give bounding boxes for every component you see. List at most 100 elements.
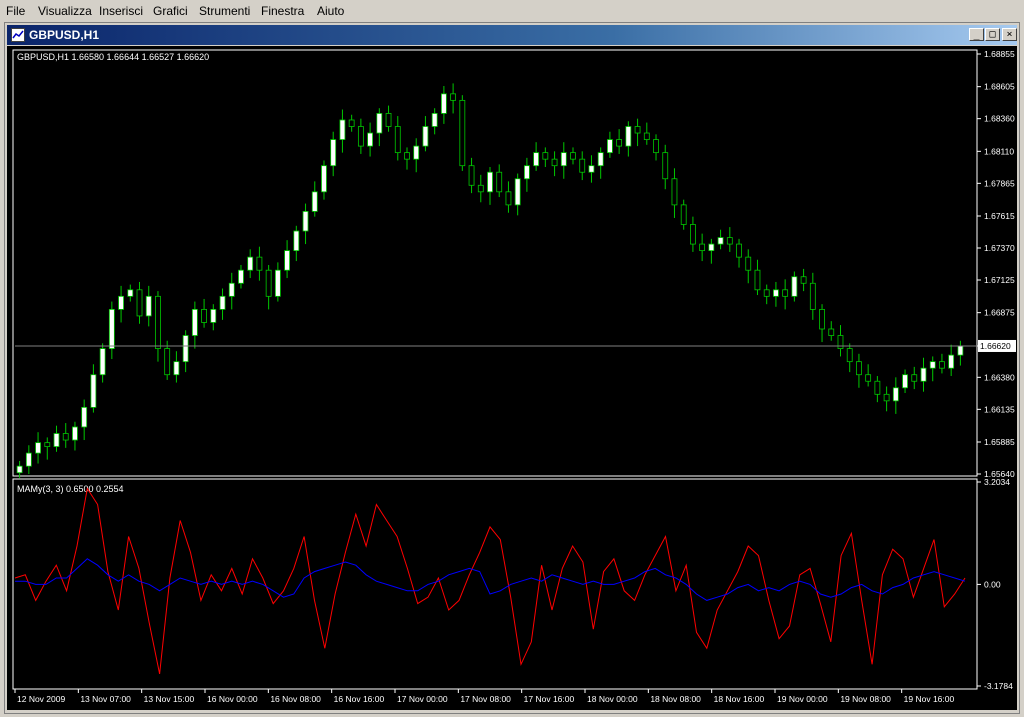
- candle-body: [874, 380, 881, 395]
- candle-body: [865, 374, 872, 382]
- candle-body: [653, 139, 659, 154]
- price-tick-label: 1.66380: [984, 372, 1015, 382]
- candle-body: [53, 433, 60, 447]
- candle-body: [238, 269, 244, 284]
- time-tick-label: 18 Nov 08:00: [650, 694, 701, 704]
- menu-finestra[interactable]: Finestra: [261, 4, 304, 18]
- candle-body: [662, 152, 669, 180]
- candle-body: [883, 393, 890, 402]
- window-title: GBPUSD,H1: [29, 28, 100, 42]
- candle-body: [459, 99, 466, 167]
- candle-body: [717, 237, 724, 245]
- price-tick-label: 1.68110: [984, 146, 1014, 156]
- candle-body: [736, 243, 742, 258]
- candle-body: [745, 256, 752, 271]
- candle-body: [35, 442, 41, 454]
- candle-body: [607, 139, 613, 154]
- candle-body: [201, 308, 207, 323]
- indicator-tick-label: 0.00: [984, 579, 1001, 589]
- menu-file[interactable]: File: [6, 4, 25, 18]
- title-bar[interactable]: GBPUSD,H1 _ □ ×: [7, 25, 1017, 45]
- candle-body: [330, 139, 337, 167]
- maximize-button[interactable]: □: [985, 28, 1000, 41]
- candle-body: [496, 171, 503, 193]
- candle-body: [837, 335, 844, 349]
- candle-body: [570, 152, 576, 160]
- price-tick-label: 1.68360: [984, 114, 1015, 124]
- time-tick-label: 12 Nov 2009: [17, 694, 65, 704]
- time-tick-label: 17 Nov 00:00: [397, 694, 448, 704]
- candle-body: [422, 126, 429, 147]
- candle-body: [505, 191, 512, 206]
- menu-visualizza[interactable]: Visualizza: [38, 4, 92, 18]
- chart-window: GBPUSD,H1 _ □ × GBPUSD,H1 1.66580 1.6664…: [4, 22, 1020, 714]
- price-tick-label: 1.65885: [984, 437, 1015, 447]
- candle-body: [773, 289, 779, 297]
- time-tick-label: 19 Nov 08:00: [840, 694, 891, 704]
- candle-body: [634, 126, 641, 134]
- candle-body: [293, 230, 300, 252]
- candle-body: [90, 374, 97, 408]
- price-tick-label: 1.67865: [984, 178, 1015, 188]
- candle-body: [25, 452, 32, 467]
- candle-body: [302, 211, 309, 232]
- candle-body: [643, 132, 650, 140]
- time-tick-label: 19 Nov 16:00: [904, 694, 955, 704]
- candle-body: [846, 348, 853, 363]
- time-tick-label: 16 Nov 00:00: [207, 694, 258, 704]
- candle-body: [856, 361, 862, 376]
- candle-body: [155, 295, 161, 349]
- candle-body: [542, 152, 549, 160]
- candle-body: [957, 345, 964, 356]
- candle-body: [533, 152, 540, 167]
- candle-body: [376, 113, 383, 134]
- candle-body: [62, 433, 69, 441]
- price-header: GBPUSD,H1 1.66580 1.66644 1.66527 1.6662…: [17, 52, 209, 62]
- candle-body: [357, 126, 364, 147]
- chart-area[interactable]: GBPUSD,H1 1.66580 1.66644 1.66527 1.6662…: [7, 46, 1017, 710]
- minimize-button[interactable]: _: [969, 28, 984, 41]
- price-tick-label: 1.68855: [984, 49, 1015, 59]
- time-tick-label: 16 Nov 16:00: [334, 694, 385, 704]
- close-button[interactable]: ×: [1002, 28, 1017, 41]
- candle-body: [763, 289, 770, 297]
- time-tick-label: 16 Nov 08:00: [270, 694, 321, 704]
- candle-body: [523, 165, 530, 180]
- candle-body: [514, 178, 521, 206]
- candle-body: [440, 93, 447, 114]
- candle-body: [450, 93, 457, 101]
- candle-body: [265, 269, 272, 297]
- indicator-header: MAMy(3, 3) 0.6500 0.2554: [17, 484, 124, 494]
- current-price-label: 1.66620: [980, 341, 1011, 351]
- price-tick-label: 1.67370: [984, 243, 1015, 253]
- candle-body: [690, 224, 696, 245]
- price-tick-label: 1.67615: [984, 211, 1015, 221]
- candle-body: [579, 158, 586, 173]
- candle-body: [551, 158, 558, 167]
- time-tick-label: 13 Nov 07:00: [80, 694, 131, 704]
- candle-body: [99, 348, 106, 376]
- candle-body: [81, 406, 88, 428]
- chart-canvas[interactable]: GBPUSD,H1 1.66580 1.66644 1.66527 1.6662…: [7, 46, 1017, 710]
- candle-body: [118, 295, 124, 310]
- candle-body: [394, 126, 401, 154]
- candle-body: [782, 289, 789, 297]
- menu-strumenti[interactable]: Strumenti: [199, 4, 250, 18]
- candle-body: [588, 165, 595, 173]
- candle-body: [948, 354, 955, 369]
- candle-body: [892, 387, 899, 402]
- candle-body: [597, 152, 604, 167]
- candle-body: [44, 442, 51, 447]
- candle-body: [339, 119, 346, 140]
- candle-body: [321, 165, 327, 193]
- time-tick-label: 18 Nov 16:00: [714, 694, 765, 704]
- candle-body: [468, 165, 475, 186]
- menu-inserisci[interactable]: Inserisci: [99, 4, 143, 18]
- menu-aiuto[interactable]: Aiuto: [317, 4, 344, 18]
- candle-body: [902, 374, 908, 389]
- time-tick-label: 18 Nov 00:00: [587, 694, 638, 704]
- menu-grafici[interactable]: Grafici: [153, 4, 188, 18]
- candle-body: [819, 308, 825, 330]
- menu-bar: File Visualizza Inserisci Grafici Strume…: [0, 0, 1024, 21]
- candle-body: [367, 132, 373, 147]
